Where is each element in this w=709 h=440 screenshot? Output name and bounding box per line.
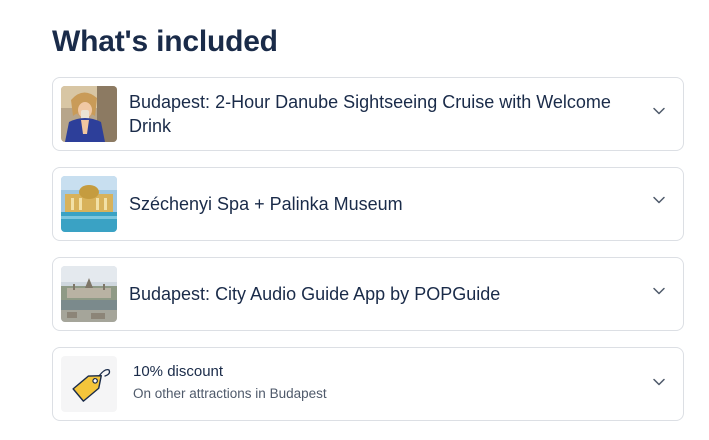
included-item-audio-guide[interactable]: Budapest: City Audio Guide App by POPGui… bbox=[52, 257, 684, 331]
included-item-discount[interactable]: 10% discount On other attractions in Bud… bbox=[52, 347, 684, 421]
chevron-down-icon[interactable] bbox=[651, 283, 667, 299]
chevron-down-icon[interactable] bbox=[651, 374, 667, 390]
item-title: 10% discount bbox=[133, 363, 224, 380]
chevron-down-icon[interactable] bbox=[651, 103, 667, 119]
cruise-thumbnail bbox=[61, 86, 117, 142]
item-title: Budapest: City Audio Guide App by POPGui… bbox=[129, 284, 501, 304]
item-title: Budapest: 2-Hour Danube Sightseeing Crui… bbox=[129, 92, 611, 136]
section-title: What's included bbox=[52, 25, 278, 58]
whats-included-section: What's included Budapest: 2-Hour Danube … bbox=[0, 0, 709, 440]
spa-thumbnail bbox=[61, 176, 117, 232]
chevron-down-icon[interactable] bbox=[651, 192, 667, 208]
city-thumbnail bbox=[61, 266, 117, 322]
included-item-danube-cruise[interactable]: Budapest: 2-Hour Danube Sightseeing Crui… bbox=[52, 77, 684, 151]
price-tag-icon bbox=[61, 356, 117, 412]
included-item-szechenyi-spa[interactable]: Széchenyi Spa + Palinka Museum bbox=[52, 167, 684, 241]
item-subtitle: On other attractions in Budapest bbox=[133, 386, 327, 401]
item-title: Széchenyi Spa + Palinka Museum bbox=[129, 194, 403, 214]
